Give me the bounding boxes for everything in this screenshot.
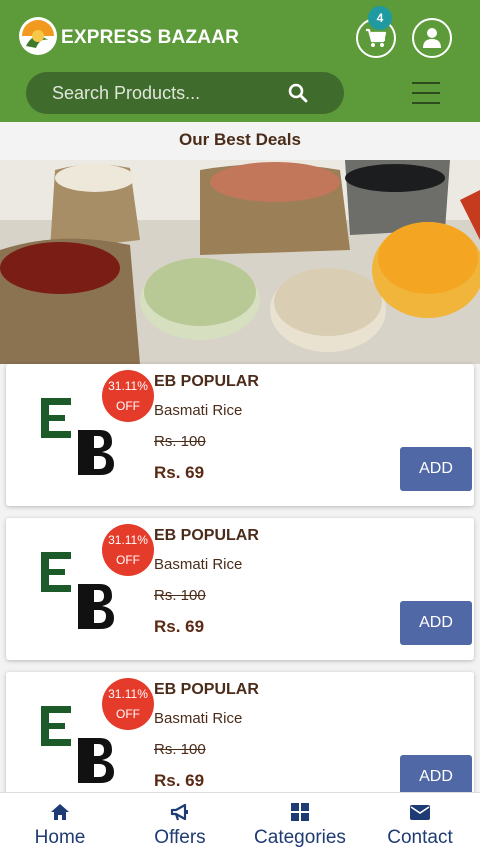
add-button[interactable]: ADD [400,447,472,491]
nav-categories[interactable]: Categories [240,793,360,854]
deals-carousel[interactable] [0,160,480,364]
user-icon [423,28,441,48]
discount-percent: 31.11% [108,533,148,547]
old-price: Rs. 100 [154,587,206,604]
product-brand: EB POPULAR [154,373,259,390]
discount-badge: 31.11% OFF [102,370,154,422]
beans-banner-image [0,160,480,364]
discount-badge: 31.11% OFF [102,524,154,576]
nav-offers[interactable]: Offers [120,793,240,854]
discount-off: OFF [116,553,140,567]
product-name: Basmati Rice [154,556,243,573]
discount-off: OFF [116,707,140,721]
brand-name: EXPRESS BAZAAR [61,27,240,48]
product-card[interactable]: 31.11% OFF EB POPULAR Basmati Rice Rs. 1… [6,518,474,660]
old-price: Rs. 100 [154,433,206,450]
cart-icon [366,28,387,47]
new-price: Rs. 69 [154,463,205,482]
nav-home[interactable]: Home [0,793,120,854]
discount-badge: 31.11% OFF [102,678,154,730]
add-button[interactable]: ADD [400,601,472,645]
logo-icon [19,17,57,55]
new-price: Rs. 69 [154,617,205,636]
app-root: EXPRESS BAZAAR 4 O [0,0,480,854]
user-button[interactable] [412,18,452,58]
product-name: Basmati Rice [154,402,243,419]
cart-count-badge: 4 [368,6,392,30]
nav-categories-label: Categories [254,827,346,848]
nav-contact[interactable]: Contact [360,793,480,854]
search-icon[interactable] [288,83,308,103]
home-icon [51,804,69,820]
grid-icon [291,803,309,821]
discount-percent: 31.11% [108,379,148,393]
old-price: Rs. 100 [154,741,206,758]
product-brand: EB POPULAR [154,681,259,698]
header-bar: EXPRESS BAZAAR 4 [0,0,480,122]
discount-off: OFF [116,399,140,413]
new-price: Rs. 69 [154,771,205,790]
menu-icon[interactable] [412,80,442,106]
megaphone-icon [170,803,188,821]
discount-percent: 31.11% [108,687,148,701]
envelope-icon [410,805,430,820]
product-name: Basmati Rice [154,710,243,727]
nav-contact-label: Contact [387,827,453,848]
product-card[interactable]: 31.11% OFF EB POPULAR Basmati Rice Rs. 1… [6,364,474,506]
product-brand: EB POPULAR [154,527,259,544]
nav-offers-label: Offers [154,827,206,848]
search-input[interactable] [52,72,292,114]
section-title: Our Best Deals [179,130,301,149]
nav-home-label: Home [34,827,86,848]
search-bar[interactable] [26,72,344,114]
bottom-nav: Home Offers Categories Contact [0,792,480,854]
